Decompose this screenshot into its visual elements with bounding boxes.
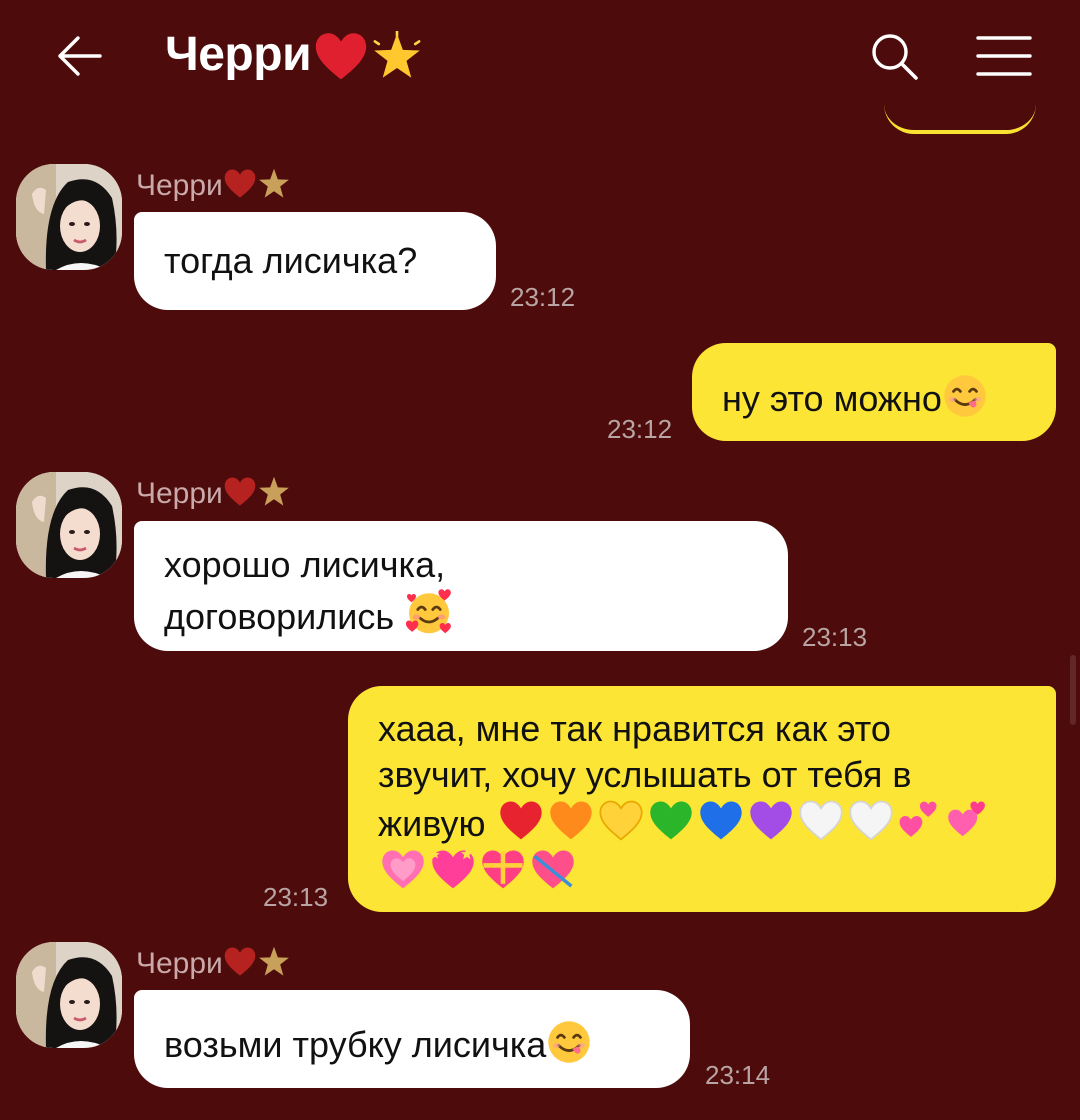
blue-heart-icon [696, 798, 746, 844]
two-hearts-icon [899, 801, 937, 837]
glowing-star-icon [257, 945, 291, 979]
red-heart-icon [496, 798, 546, 844]
message-text: ну это можно [722, 378, 942, 419]
hamburger-menu-icon [976, 36, 1032, 76]
growing-heart-icon [378, 847, 428, 893]
sender-name-text: Черри [136, 947, 223, 980]
sender-name-text: Черри [136, 477, 223, 510]
chat-header: Черри [0, 0, 1080, 110]
heart-with-arrow-icon [528, 847, 578, 893]
sparkling-heart-icon [430, 847, 478, 893]
menu-button[interactable] [972, 28, 1036, 84]
avatar[interactable] [16, 472, 122, 578]
yum-face-icon [942, 373, 988, 419]
search-button[interactable] [866, 28, 922, 84]
avatar-photo [16, 164, 122, 270]
sender-name-text: Черри [136, 169, 223, 202]
search-icon [872, 34, 918, 80]
message-text-line: живую [378, 803, 486, 844]
white-heart-icon [796, 798, 846, 844]
message-bubble-outgoing[interactable]: хааа, мне так нравится как это звучит, х… [348, 686, 1056, 912]
hearts-emoji-row [378, 847, 1026, 896]
red-heart-icon [223, 945, 257, 979]
message-timestamp: 23:13 [802, 622, 868, 652]
avatar[interactable] [16, 164, 122, 270]
red-heart-icon [313, 29, 369, 85]
message-text-line: договорились [164, 596, 395, 637]
message-bubble-incoming[interactable]: хорошо лисичка, договорились [134, 521, 788, 651]
red-heart-icon [223, 475, 257, 509]
avatar-photo [16, 472, 122, 578]
sender-name: Черри [136, 944, 291, 984]
back-arrow-icon [58, 36, 102, 76]
message-text-line: звучит, хочу услышать от тебя в [378, 754, 912, 795]
back-button[interactable] [52, 28, 108, 84]
yellow-heart-icon [596, 798, 646, 844]
glowing-star-icon [257, 475, 291, 509]
message-bubble-outgoing[interactable]: ну это можно [692, 343, 1056, 441]
message-text-line: хааа, мне так нравится как это [378, 708, 891, 749]
previous-message-bubble-edge [884, 100, 1036, 134]
message-bubble-incoming[interactable]: возьми трубку лисичка [134, 990, 690, 1088]
message-text: возьми трубку лисичка [164, 1024, 547, 1065]
green-heart-icon [646, 798, 696, 844]
smiling-face-with-hearts-icon [404, 587, 454, 637]
white-heart-icon [846, 798, 896, 844]
orange-heart-icon [546, 798, 596, 844]
message-timestamp: 23:13 [263, 882, 329, 912]
message-text-line: хорошо лисичка, [164, 544, 446, 585]
red-heart-icon [223, 167, 257, 201]
chat-title: Черри [165, 22, 423, 88]
chat-title-text: Черри [165, 28, 312, 81]
heart-with-ribbon-icon [478, 847, 528, 893]
message-timestamp: 23:12 [510, 282, 576, 312]
revolving-hearts-icon [947, 801, 985, 837]
chat-screen: Черри Черри тогда лисичка? 23:12 ну это … [0, 0, 1080, 1120]
sender-name: Черри [136, 166, 291, 206]
purple-heart-icon [746, 798, 796, 844]
sender-name: Черри [136, 474, 291, 514]
message-bubble-incoming[interactable]: тогда лисичка? [134, 212, 496, 310]
message-text: тогда лисичка? [164, 240, 418, 281]
scrollbar-thumb[interactable] [1070, 655, 1076, 725]
glowing-star-icon [373, 31, 421, 83]
yum-face-icon [546, 1019, 592, 1065]
avatar-photo [16, 942, 122, 1048]
hearts-emoji-row [496, 803, 988, 844]
glowing-star-icon [257, 167, 291, 201]
message-timestamp: 23:12 [607, 414, 673, 444]
avatar[interactable] [16, 942, 122, 1048]
message-timestamp: 23:14 [705, 1060, 771, 1090]
